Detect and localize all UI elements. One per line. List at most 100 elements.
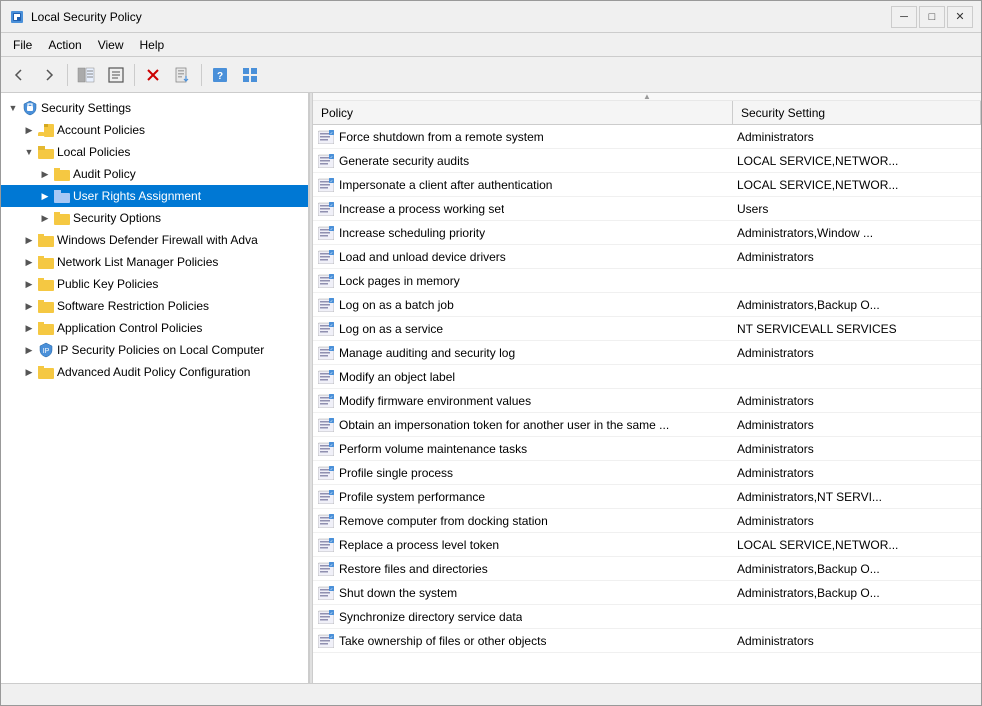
close-button[interactable]: ✕ xyxy=(947,6,973,28)
policy-text: Remove computer from docking station xyxy=(339,514,548,528)
setting-cell: NT SERVICE\ALL SERVICES xyxy=(733,317,981,340)
ip-security-label: IP Security Policies on Local Computer xyxy=(57,343,264,357)
expand-security-options[interactable]: ▶ xyxy=(37,213,53,224)
list-body[interactable]: ✓ Force shutdown from a remote systemAdm… xyxy=(313,125,981,683)
svg-text:IP: IP xyxy=(43,348,50,355)
policy-cell: ✓ Load and unload device drivers xyxy=(313,245,733,268)
list-row[interactable]: ✓ Perform volume maintenance tasksAdmini… xyxy=(313,437,981,461)
delete-button[interactable] xyxy=(139,61,167,89)
svg-text:✓: ✓ xyxy=(330,538,333,543)
list-row[interactable]: ✓ Synchronize directory service data xyxy=(313,605,981,629)
setting-cell xyxy=(733,605,981,628)
menu-view[interactable]: View xyxy=(90,36,132,54)
policy-icon: ✓ xyxy=(317,177,335,193)
list-row[interactable]: ✓ Modify firmware environment valuesAdmi… xyxy=(313,389,981,413)
expand-account-policies[interactable]: ▶ xyxy=(21,125,37,136)
policy-cell: ✓ Log on as a batch job xyxy=(313,293,733,316)
tree-item-account-policies[interactable]: ▶ Account Policies xyxy=(1,119,308,141)
tree-item-windows-defender[interactable]: ▶ Windows Defender Firewall with Adva xyxy=(1,229,308,251)
list-row[interactable]: ✓ Impersonate a client after authenticat… xyxy=(313,173,981,197)
maximize-button[interactable]: □ xyxy=(919,6,945,28)
menu-action[interactable]: Action xyxy=(40,36,89,54)
column-header-policy[interactable]: Policy xyxy=(313,101,733,124)
tree-item-ip-security[interactable]: ▶ IP IP Security Policies on Local Compu… xyxy=(1,339,308,361)
properties-button[interactable] xyxy=(102,61,130,89)
tree-item-local-policies[interactable]: ▼ Local Policies xyxy=(1,141,308,163)
list-row[interactable]: ✓ Take ownership of files or other objec… xyxy=(313,629,981,653)
list-header: Policy Security Setting xyxy=(313,101,981,125)
forward-button[interactable] xyxy=(35,61,63,89)
list-row[interactable]: ✓ Shut down the systemAdministrators,Bac… xyxy=(313,581,981,605)
tree-item-network-list[interactable]: ▶ Network List Manager Policies xyxy=(1,251,308,273)
menu-file[interactable]: File xyxy=(5,36,40,54)
list-row[interactable]: ✓ Log on as a serviceNT SERVICE\ALL SERV… xyxy=(313,317,981,341)
list-row[interactable]: ✓ Remove computer from docking station Ad… xyxy=(313,509,981,533)
list-row[interactable]: ✓ Generate security auditsLOCAL SERVICE,… xyxy=(313,149,981,173)
expand-public-key[interactable]: ▶ xyxy=(21,279,37,290)
list-row[interactable]: ✓ Modify an object label xyxy=(313,365,981,389)
app-control-icon xyxy=(37,320,55,336)
policy-cell: ✓ Modify firmware environment values xyxy=(313,389,733,412)
list-row[interactable]: ✓ Log on as a batch jobAdministrators,Ba… xyxy=(313,293,981,317)
list-row[interactable]: ✓ Profile single processAdministrators xyxy=(313,461,981,485)
expand-user-rights[interactable]: ▶ xyxy=(37,191,53,202)
policy-icon: ✓ xyxy=(317,321,335,337)
tree-item-security-options[interactable]: ▶ Security Options xyxy=(1,207,308,229)
svg-text:✓: ✓ xyxy=(330,226,333,231)
minimize-button[interactable]: ─ xyxy=(891,6,917,28)
view-button[interactable] xyxy=(236,61,264,89)
svg-text:✓: ✓ xyxy=(330,514,333,519)
expand-ip-security[interactable]: ▶ xyxy=(21,345,37,356)
svg-text:✓: ✓ xyxy=(330,154,333,159)
tree-item-public-key[interactable]: ▶ Public Key Policies xyxy=(1,273,308,295)
list-row[interactable]: ✓ Increase scheduling priorityAdministra… xyxy=(313,221,981,245)
account-policies-label: Account Policies xyxy=(57,123,145,137)
back-button[interactable] xyxy=(5,61,33,89)
tree-item-audit-policy[interactable]: ▶ Audit Policy xyxy=(1,163,308,185)
list-row[interactable]: ✓ Replace a process level tokenLOCAL SER… xyxy=(313,533,981,557)
svg-text:✓: ✓ xyxy=(330,370,333,375)
policy-text: Perform volume maintenance tasks xyxy=(339,442,527,456)
list-row[interactable]: ✓ Force shutdown from a remote systemAdm… xyxy=(313,125,981,149)
export-button[interactable] xyxy=(169,61,197,89)
advanced-audit-icon xyxy=(37,364,55,380)
list-row[interactable]: ✓ Lock pages in memory xyxy=(313,269,981,293)
setting-cell: Users xyxy=(733,197,981,220)
menu-help[interactable]: Help xyxy=(132,36,173,54)
user-rights-icon xyxy=(53,188,71,204)
expand-app-control[interactable]: ▶ xyxy=(21,323,37,334)
policy-icon: ✓ xyxy=(317,633,335,649)
expand-security-settings[interactable]: ▼ xyxy=(5,103,21,113)
policy-cell: ✓ Profile single process xyxy=(313,461,733,484)
window-icon xyxy=(9,9,25,25)
policy-text: Modify an object label xyxy=(339,370,455,384)
tree-item-app-control[interactable]: ▶ Application Control Policies xyxy=(1,317,308,339)
tree-item-advanced-audit[interactable]: ▶ Advanced Audit Policy Configuration xyxy=(1,361,308,383)
toolbar-separator-1 xyxy=(67,64,68,86)
expand-advanced-audit[interactable]: ▶ xyxy=(21,367,37,378)
column-header-setting[interactable]: Security Setting xyxy=(733,101,981,124)
list-row[interactable]: ✓ Obtain an impersonation token for anot… xyxy=(313,413,981,437)
setting-cell: Administrators xyxy=(733,509,981,532)
public-key-label: Public Key Policies xyxy=(57,277,158,291)
network-list-icon xyxy=(37,254,55,270)
setting-cell: Administrators,Backup O... xyxy=(733,557,981,580)
tree-panel[interactable]: ▼ Security Settings ▶ xyxy=(1,93,309,683)
list-row[interactable]: ✓ Profile system performanceAdministrato… xyxy=(313,485,981,509)
expand-windows-defender[interactable]: ▶ xyxy=(21,235,37,246)
list-row[interactable]: ✓ Manage auditing and security logAdmini… xyxy=(313,341,981,365)
tree-item-software-restriction[interactable]: ▶ Software Restriction Policies xyxy=(1,295,308,317)
list-row[interactable]: ✓ Restore files and directoriesAdministr… xyxy=(313,557,981,581)
show-hide-button[interactable] xyxy=(72,61,100,89)
tree-item-user-rights[interactable]: ▶ User Rights Assignment xyxy=(1,185,308,207)
list-row[interactable]: ✓ Load and unload device driversAdminist… xyxy=(313,245,981,269)
expand-software-restriction[interactable]: ▶ xyxy=(21,301,37,312)
main-content: ▼ Security Settings ▶ xyxy=(1,93,981,683)
security-settings-label: Security Settings xyxy=(41,101,131,115)
help-button[interactable]: ? xyxy=(206,61,234,89)
expand-audit-policy[interactable]: ▶ xyxy=(37,169,53,180)
list-row[interactable]: ✓ Increase a process working setUsers xyxy=(313,197,981,221)
expand-local-policies[interactable]: ▼ xyxy=(21,147,37,157)
tree-item-security-settings[interactable]: ▼ Security Settings xyxy=(1,97,308,119)
expand-network-list[interactable]: ▶ xyxy=(21,257,37,268)
